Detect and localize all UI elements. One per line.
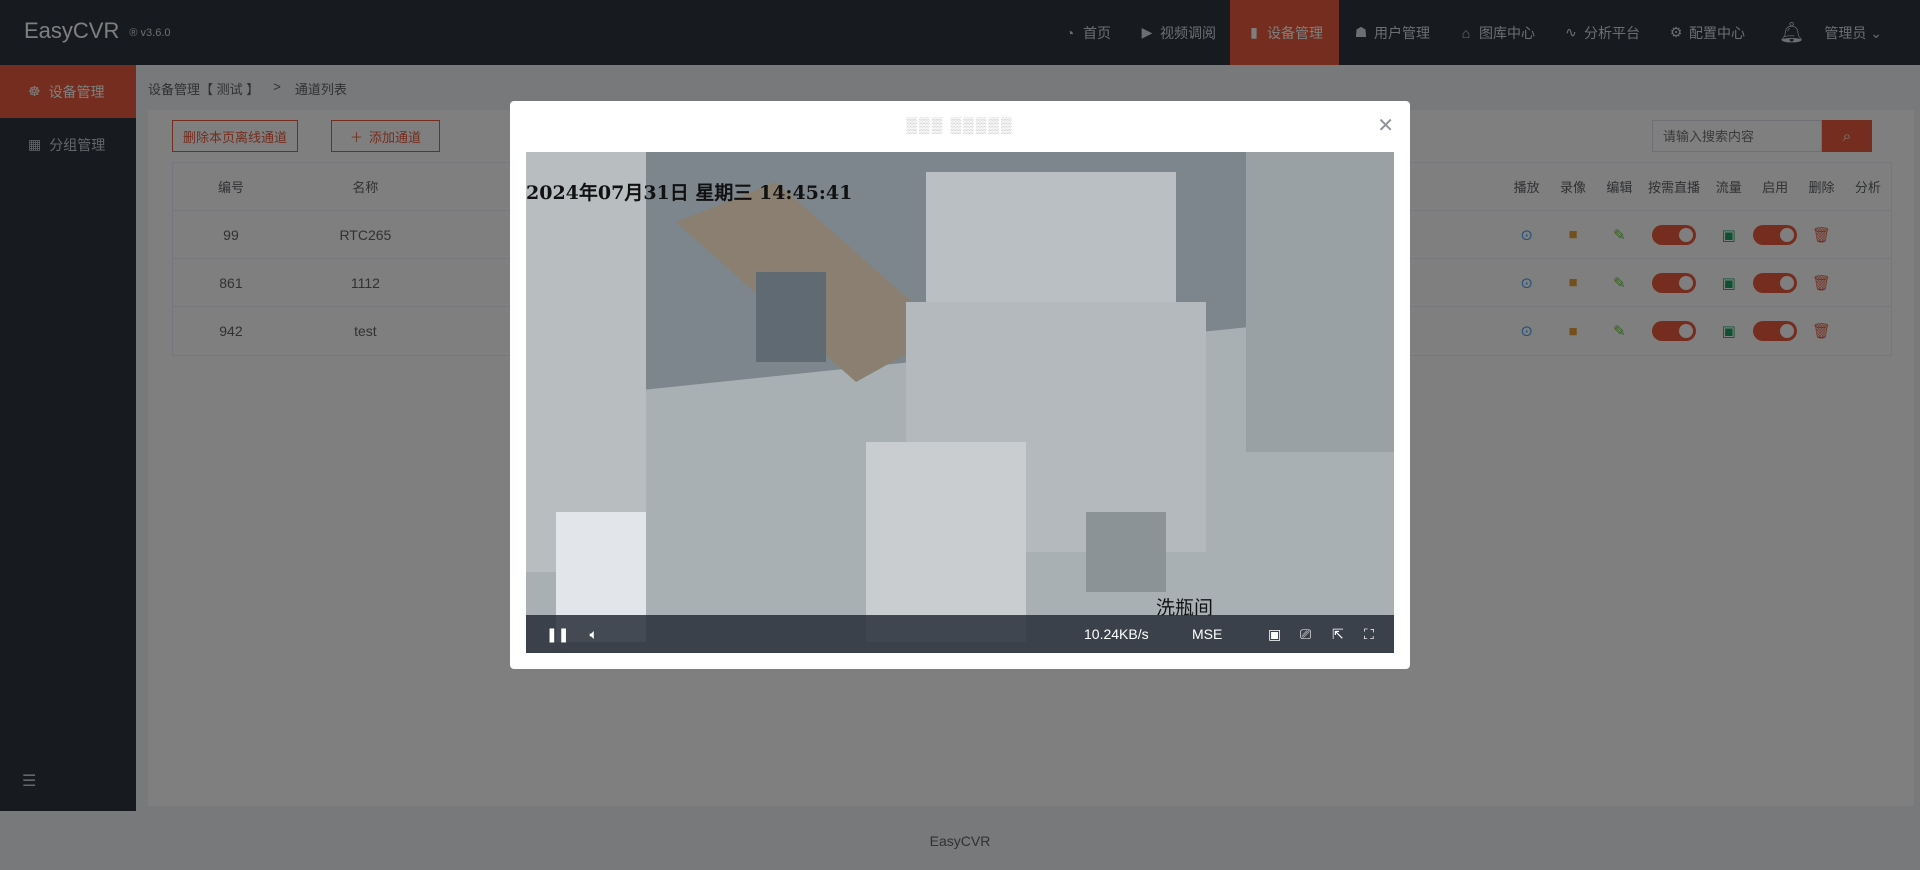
snapshot-icon[interactable]: ▣ <box>1268 626 1281 643</box>
pointer-add-icon[interactable]: ⇱ <box>1332 626 1344 643</box>
video-stream[interactable]: 2024年07月31日 星期三 14:45:41 洗瓶间 ❚❚ 🔈︎ 10.24… <box>526 152 1394 653</box>
modal-title: ▒▒▒ ▒▒▒▒▒ <box>906 117 1014 134</box>
playback-mode: MSE <box>1192 626 1223 642</box>
video-player-modal: ▒▒▒ ▒▒▒▒▒ ✕ 2024年07月31日 星期三 14:45:41 洗瓶间… <box>510 101 1410 669</box>
record-video-icon[interactable]: ⎚ <box>1300 626 1311 643</box>
close-icon[interactable]: ✕ <box>1377 113 1394 138</box>
pause-icon[interactable]: ❚❚ <box>546 626 569 643</box>
video-frame-image <box>526 152 1394 653</box>
volume-icon[interactable]: 🔈︎ <box>589 626 597 643</box>
video-timestamp: 2024年07月31日 星期三 14:45:41 <box>526 182 853 204</box>
bitrate-readout: 10.24KB/s <box>1084 626 1149 642</box>
video-controls: ❚❚ 🔈︎ 10.24KB/s MSE ▣ ⎚ ⇱ ⛶ <box>526 615 1394 653</box>
fullscreen-icon[interactable]: ⛶ <box>1364 626 1374 643</box>
